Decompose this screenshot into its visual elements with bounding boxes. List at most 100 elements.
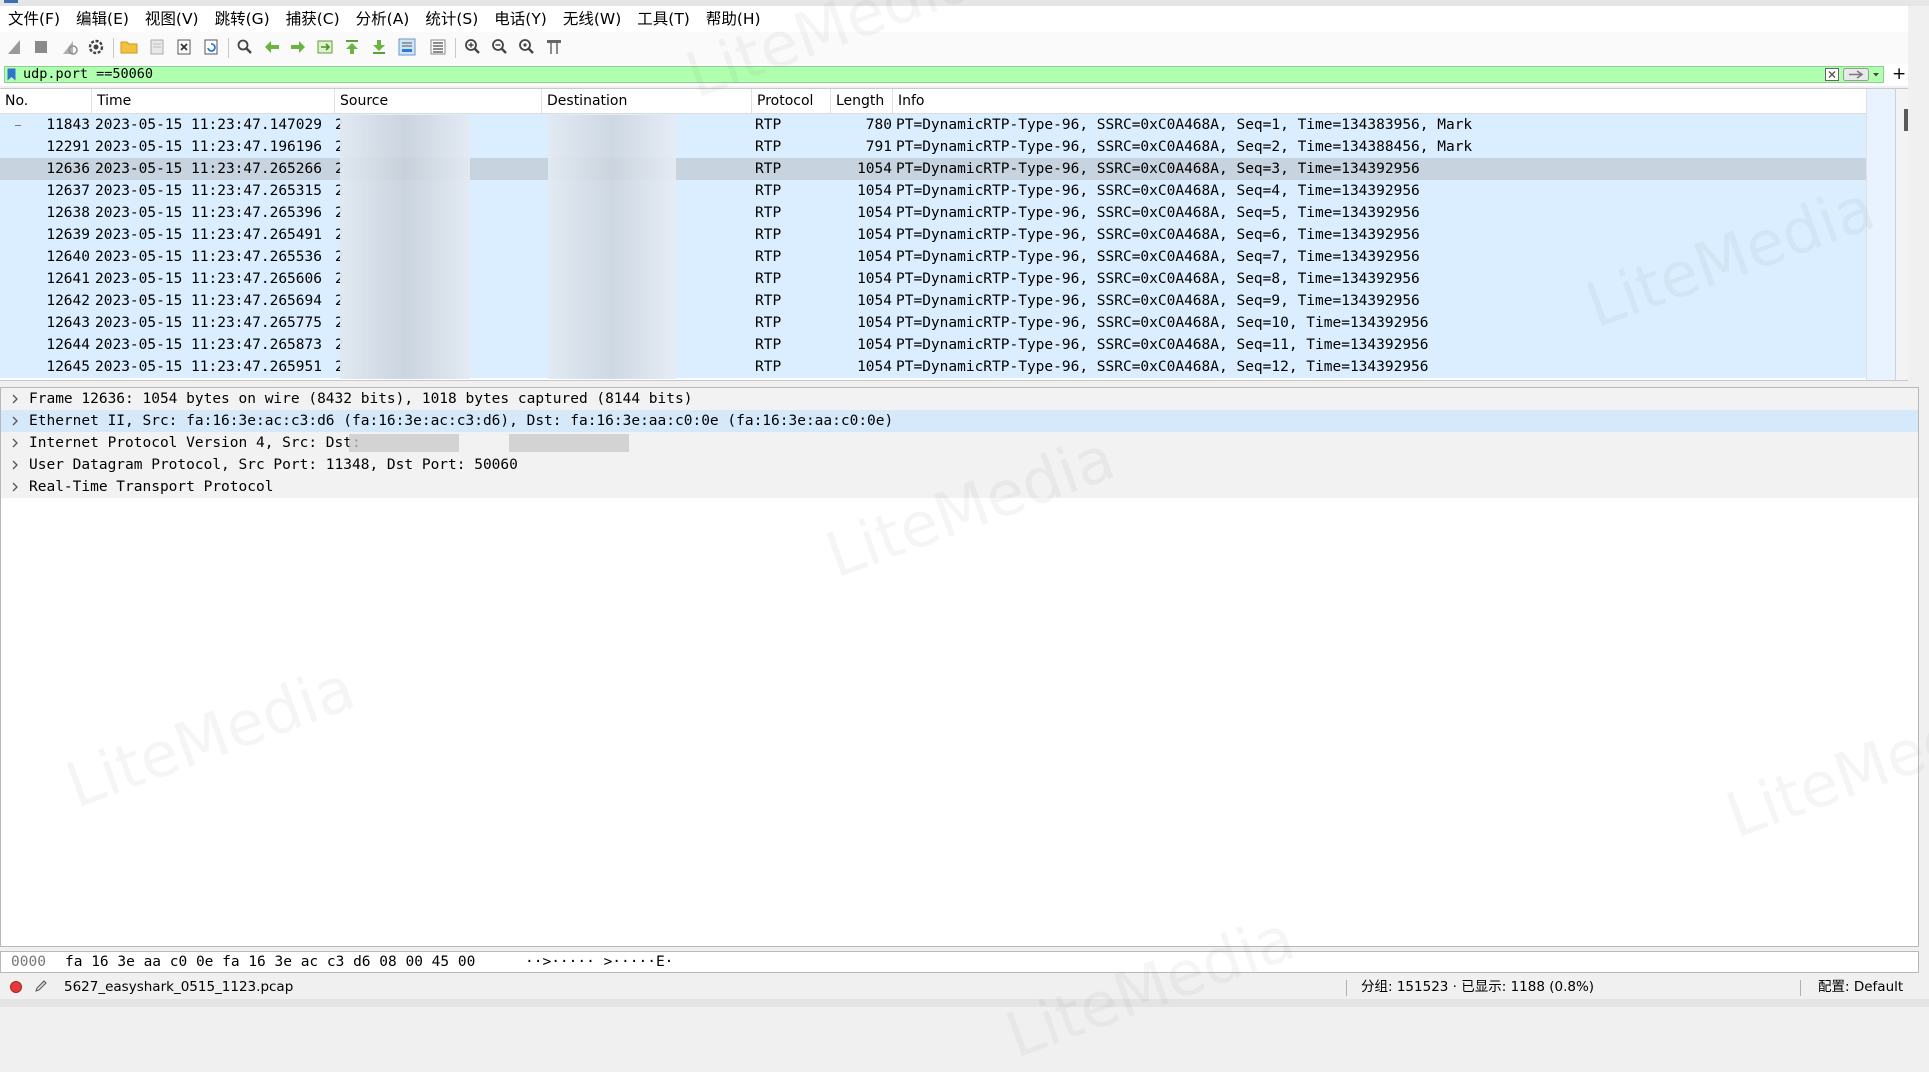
packet-source: 2 [335,315,344,331]
colorize-icon[interactable] [427,36,449,58]
menu-go[interactable]: 跳转(G) [207,6,278,32]
packet-row[interactable]: 12637 2023-05-15 11:23:47.265315 2 RTP 1… [0,180,1866,202]
capture-options-gear-icon[interactable] [85,36,107,58]
packet-row[interactable]: 12642 2023-05-15 11:23:47.265694 2 RTP 1… [0,290,1866,312]
toolbar-separator [455,38,456,58]
packet-source: 2 [335,161,344,177]
clear-filter-icon[interactable] [1825,68,1839,81]
redacted-ip-dst [509,434,629,452]
menu-tools[interactable]: 工具(T) [629,6,698,32]
expert-info-status-icon[interactable] [10,981,22,993]
detail-row-frame[interactable]: Frame 12636: 1054 bytes on wire (8432 bi… [1,388,1918,410]
zoom-normal-icon[interactable] [516,36,538,58]
zoom-in-icon[interactable] [462,36,484,58]
chevron-right-icon[interactable] [10,476,20,498]
column-header-no[interactable]: No. [0,89,92,113]
reload-file-icon[interactable] [200,36,222,58]
packet-row[interactable]: 12291 2023-05-15 11:23:47.196196 2 RTP 7… [0,136,1866,158]
packet-row[interactable]: 12640 2023-05-15 11:23:47.265536 2 RTP 1… [0,246,1866,268]
packet-info: PT=DynamicRTP-Type-96, SSRC=0xC0A468A, S… [896,161,1420,177]
go-back-icon[interactable] [261,36,283,58]
column-header-source[interactable]: Source [335,89,542,113]
packet-row[interactable]: 12644 2023-05-15 11:23:47.265873 2 RTP 1… [0,334,1866,356]
detail-row-ipv4[interactable]: Internet Protocol Version 4, Src: Dst: [1,432,1918,454]
display-filter-text[interactable]: udp.port ==50060 [23,67,153,82]
filter-history-dropdown-icon[interactable] [1870,68,1882,81]
packet-row[interactable]: 12639 2023-05-15 11:23:47.265491 2 RTP 1… [0,224,1866,246]
packet-row-selected[interactable]: 12636 2023-05-15 11:23:47.265266 2 RTP 1… [0,158,1866,180]
apply-filter-arrow-icon[interactable] [1843,68,1869,81]
auto-scroll-icon[interactable] [396,36,418,58]
packet-protocol: RTP [755,205,782,221]
packet-row[interactable]: 12641 2023-05-15 11:23:47.265606 2 RTP 1… [0,268,1866,290]
toolbar-separator [228,38,229,58]
packet-destination [545,180,750,202]
capture-comment-pencil-icon[interactable] [34,979,48,993]
packet-info: PT=DynamicRTP-Type-96, SSRC=0xC0A468A, S… [896,293,1420,309]
packet-no: 12643 [46,315,90,331]
packet-no: 12638 [46,205,90,221]
last-packet-icon[interactable] [368,36,390,58]
column-header-destination[interactable]: Destination [542,89,752,113]
menu-capture[interactable]: 捕获(C) [278,6,348,32]
close-file-icon[interactable] [173,36,195,58]
intelligent-scrollbar-track [1867,89,1896,380]
packet-info: PT=DynamicRTP-Type-96, SSRC=0xC0A468A, S… [896,139,1473,155]
status-profile[interactable]: 配置: Default [1818,975,1903,999]
detail-text: Internet Protocol Version 4, Src: Dst: [29,435,361,451]
packet-row[interactable]: 12643 2023-05-15 11:23:47.265775 2 RTP 1… [0,312,1866,334]
add-filter-button-icon[interactable]: + [1892,64,1906,84]
menu-statistics[interactable]: 统计(S) [417,6,486,32]
go-to-packet-icon[interactable] [314,36,336,58]
column-header-info[interactable]: Info [893,89,1866,113]
detail-row-ethernet[interactable]: Ethernet II, Src: fa:16:3e:ac:c3:d6 (fa:… [1,410,1918,432]
packet-row[interactable]: 11843 2023-05-15 11:23:47.147029 2 RTP 7… [0,114,1866,136]
resize-columns-icon[interactable] [543,36,565,58]
chevron-right-icon[interactable] [10,432,20,454]
shark-fin-start-icon[interactable] [4,36,26,58]
restart-fin-icon[interactable] [58,36,80,58]
packet-row[interactable]: 12645 2023-05-15 11:23:47.265951 2 RTP 1… [0,356,1866,378]
first-packet-icon[interactable] [341,36,363,58]
chevron-right-icon[interactable] [10,454,20,476]
stop-square-icon[interactable] [30,36,52,58]
save-file-icon[interactable] [146,36,168,58]
bookmark-icon[interactable] [7,68,16,81]
open-folder-icon[interactable] [118,36,140,58]
menu-wireless[interactable]: 无线(W) [555,6,629,32]
packet-time: 2023-05-15 11:23:47.265873 [95,337,322,353]
column-header-length[interactable]: Length [831,89,893,113]
packet-time: 2023-05-15 11:23:47.265315 [95,183,322,199]
packet-row[interactable]: 12638 2023-05-15 11:23:47.265396 2 RTP 1… [0,202,1866,224]
packet-no: 12637 [46,183,90,199]
main-toolbar [0,32,1908,65]
scrollbar-thumb[interactable] [1904,109,1908,131]
packet-source: 2 [335,249,344,265]
go-forward-icon[interactable] [287,36,309,58]
detail-row-udp[interactable]: User Datagram Protocol, Src Port: 11348,… [1,454,1918,476]
detail-row-rtp[interactable]: Real-Time Transport Protocol [1,476,1918,498]
bytes-hex[interactable]: fa 16 3e aa c0 0e fa 16 3e ac c3 d6 08 0… [65,952,475,972]
chevron-right-icon[interactable] [10,410,20,432]
packet-time: 2023-05-15 11:23:47.265266 [95,161,322,177]
menu-telephony[interactable]: 电话(Y) [486,6,555,32]
packet-protocol: RTP [755,117,782,133]
packet-list-minimap-scrollbar[interactable] [1866,89,1908,380]
menu-analyze[interactable]: 分析(A) [348,6,418,32]
chevron-right-icon[interactable] [10,388,20,410]
packet-destination [545,356,750,378]
menu-edit[interactable]: 编辑(E) [68,6,137,32]
column-header-protocol[interactable]: Protocol [752,89,831,113]
display-filter-input[interactable]: udp.port ==50060 [4,66,1884,83]
find-packet-icon[interactable] [234,36,256,58]
packet-source: 2 [335,359,344,375]
menu-file[interactable]: 文件(F) [0,6,68,32]
packet-destination [545,224,750,246]
menu-view[interactable]: 视图(V) [137,6,207,32]
bytes-ascii[interactable]: ··>····· >·····E· [525,952,673,972]
zoom-out-icon[interactable] [489,36,511,58]
menu-help[interactable]: 帮助(H) [698,6,769,32]
packet-no: 12639 [46,227,90,243]
column-header-time[interactable]: Time [92,89,335,113]
redacted-ip-src [349,434,459,452]
